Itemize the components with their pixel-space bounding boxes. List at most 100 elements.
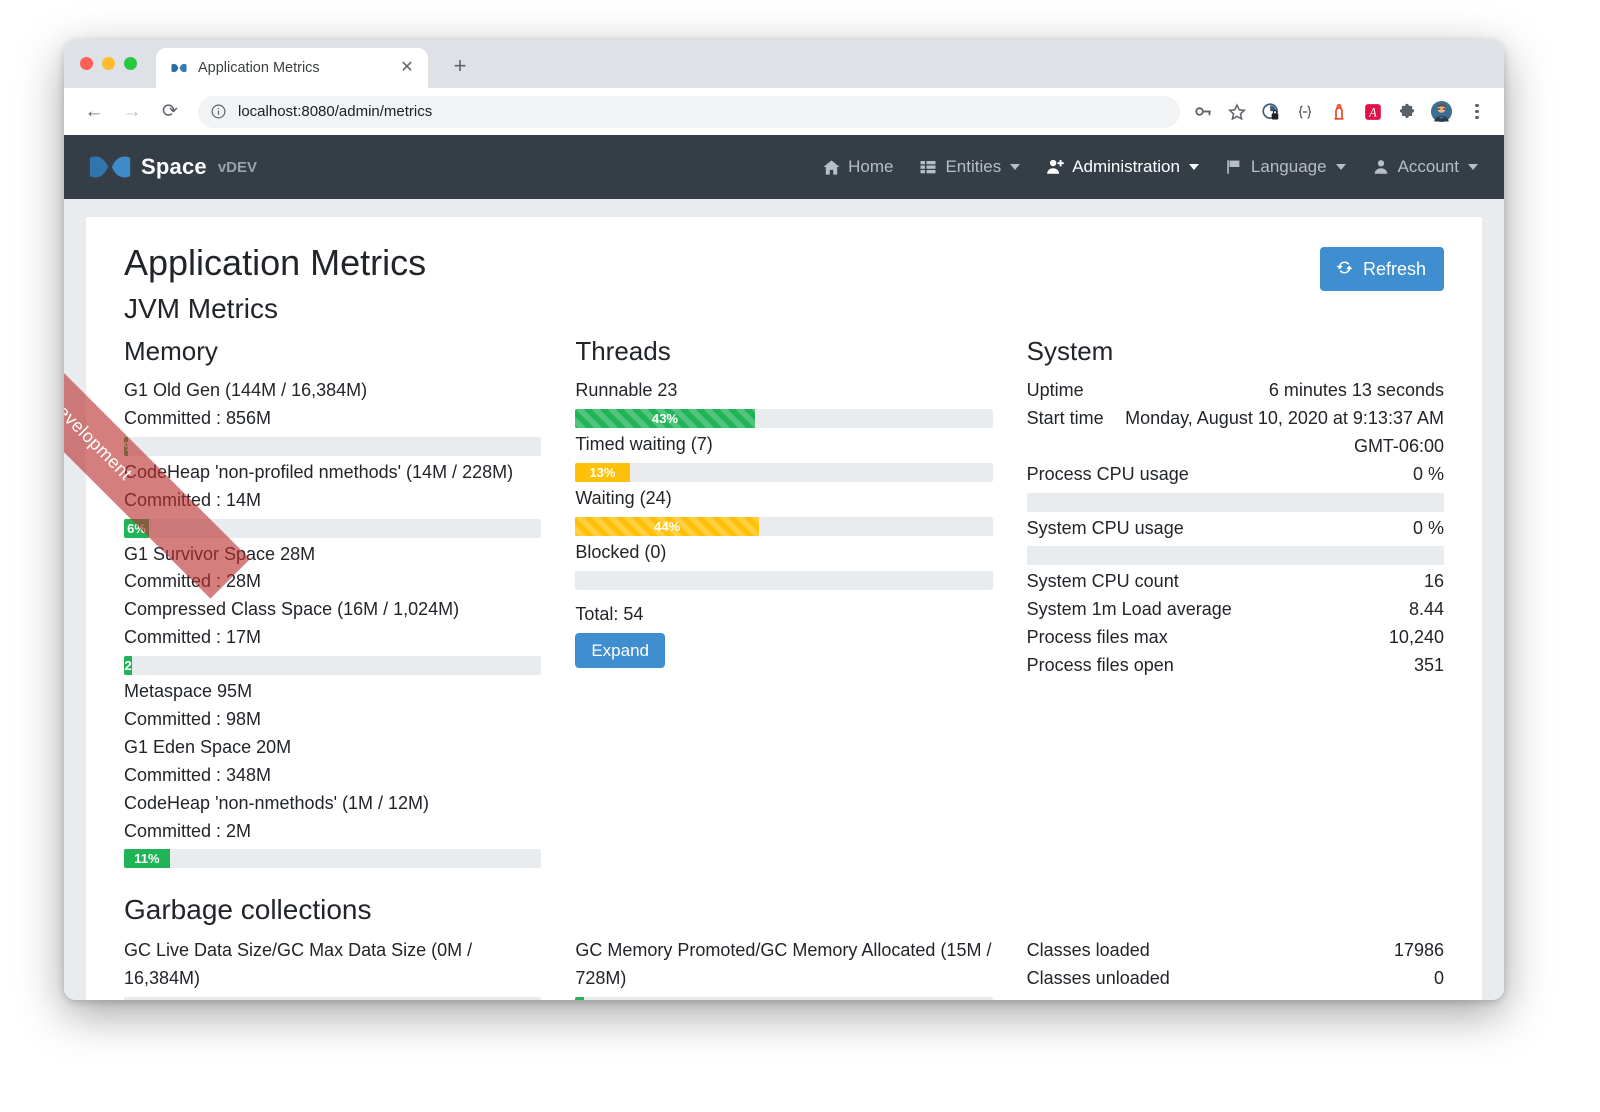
memory-progress: 6%: [124, 519, 541, 538]
gc-middle-progress-bar: 2: [575, 997, 992, 1000]
system-row-key: System CPU count: [1027, 568, 1179, 596]
nav-item-administration[interactable]: Administration: [1046, 157, 1199, 177]
browser-toolbar: ← → ⟳ localhost:8080/admin/metrics: [64, 88, 1504, 135]
app-brand[interactable]: Space vDEV: [88, 154, 257, 180]
window-controls[interactable]: [80, 57, 137, 70]
threads-column: Threads Runnable 2343%Timed waiting (7)1…: [575, 336, 992, 872]
shield-clock-icon[interactable]: [1256, 97, 1286, 127]
list-icon: [919, 158, 938, 177]
classes-row-key: Classes unloaded: [1027, 965, 1170, 993]
system-row-value: 8.44: [1409, 596, 1444, 624]
chevron-down-icon: [1189, 164, 1199, 170]
braces-icon[interactable]: [1290, 97, 1320, 127]
nav-item-entities[interactable]: Entities: [919, 157, 1020, 177]
kebab-menu-icon[interactable]: [1464, 97, 1490, 127]
app-viewport: Space vDEV Home Entities: [64, 135, 1504, 1000]
close-icon[interactable]: ✕: [396, 57, 418, 79]
brand-name: Space: [141, 154, 207, 180]
jvm-metrics-heading: JVM Metrics: [124, 292, 1444, 326]
browser-tab[interactable]: Application Metrics ✕: [156, 48, 428, 88]
system-row: Process files open 351: [1027, 652, 1444, 680]
refresh-button[interactable]: Refresh: [1320, 247, 1444, 291]
thread-entry-name: Runnable 23: [575, 377, 992, 405]
puzzle-extension-icon[interactable]: [1392, 97, 1422, 127]
progress-bar-fill: 13%: [575, 463, 629, 482]
memory-entry-committed: Committed : 856M: [124, 405, 541, 433]
progress-bar-fill: 11%: [124, 849, 170, 868]
system-row-value: 16: [1424, 568, 1444, 596]
metrics-columns: Memory G1 Old Gen (144M / 16,384M)Commit…: [124, 336, 1444, 872]
adblock-icon[interactable]: A: [1358, 97, 1388, 127]
system-row-value: 0 %: [1413, 461, 1444, 489]
maximize-window-button[interactable]: [124, 57, 137, 70]
gc-middle-progress: 2: [575, 997, 992, 1000]
back-icon[interactable]: ←: [78, 96, 110, 128]
page-title: Application Metrics: [124, 241, 1444, 284]
bowtie-icon: [170, 59, 188, 77]
system-row-key: Start time: [1027, 405, 1104, 461]
toolbar-icon-group: A: [1188, 97, 1490, 127]
system-row: Start timeMonday, August 10, 2020 at 9:1…: [1027, 405, 1444, 461]
refresh-button-label: Refresh: [1363, 260, 1426, 278]
svg-text:A: A: [1368, 105, 1377, 119]
memory-entry-name: CodeHeap 'non-profiled nmethods' (14M / …: [124, 459, 541, 487]
threads-total: Total: 54: [575, 604, 992, 625]
gc-heading: Garbage collections: [124, 893, 1444, 927]
metrics-card: Refresh Application Metrics JVM Metrics …: [86, 217, 1482, 1000]
nav-label-home: Home: [848, 157, 893, 177]
classes-list: Classes loaded17986Classes unloaded0: [1027, 937, 1444, 993]
info-icon[interactable]: [210, 103, 227, 120]
memory-entry-committed: Committed : 2M: [124, 818, 541, 846]
reload-icon[interactable]: ⟳: [154, 96, 186, 128]
nav-item-language[interactable]: Language: [1225, 157, 1346, 177]
gc-left-column: GC Live Data Size/GC Max Data Size (0M /…: [124, 937, 541, 1000]
system-row-key: Process files max: [1027, 624, 1168, 652]
chevron-down-icon: [1336, 164, 1346, 170]
memory-entry-name: G1 Survivor Space 28M: [124, 541, 541, 569]
chevron-down-icon: [1010, 164, 1020, 170]
system-row: System 1m Load average8.44: [1027, 596, 1444, 624]
progress-bar-fill: 6%: [124, 519, 149, 538]
system-row-value: 351: [1414, 652, 1444, 680]
system-row-key: Uptime: [1027, 377, 1084, 405]
star-icon[interactable]: [1222, 97, 1252, 127]
progress-bar-fill: 2: [124, 656, 132, 675]
app-navbar: Space vDEV Home Entities: [64, 135, 1504, 199]
threads-list: Runnable 23 43% Timed waiting (7) 13% Waitin…: [575, 377, 992, 590]
nav-label-administration: Administration: [1072, 157, 1180, 177]
thread-entry-name: Timed waiting (7): [575, 431, 992, 459]
close-window-button[interactable]: [80, 57, 93, 70]
fire-hydrant-icon[interactable]: [1324, 97, 1354, 127]
memory-list: G1 Old Gen (144M / 16,384M)Committed : 8…: [124, 377, 541, 868]
refresh-icon: [1335, 258, 1354, 280]
minimize-window-button[interactable]: [102, 57, 115, 70]
system-list: Uptime6 minutes 13 secondsStart timeMond…: [1027, 377, 1444, 680]
thread-entry-name: Waiting (24): [575, 485, 992, 513]
memory-progress: 11%: [124, 849, 541, 868]
gc-left-progress: [124, 997, 541, 1000]
nav-item-home[interactable]: Home: [822, 157, 893, 177]
progress-bar-fill: 44%: [575, 517, 759, 536]
avatar[interactable]: [1426, 97, 1456, 127]
nav-item-account[interactable]: Account: [1372, 157, 1478, 177]
address-bar[interactable]: localhost:8080/admin/metrics: [198, 96, 1180, 128]
thread-progress: 43%: [575, 409, 992, 428]
new-tab-button[interactable]: +: [446, 52, 474, 80]
system-row-key: Process files open: [1027, 652, 1174, 680]
expand-button[interactable]: Expand: [575, 633, 665, 668]
memory-entry-name: G1 Eden Space 20M: [124, 734, 541, 762]
key-icon[interactable]: [1188, 97, 1218, 127]
memory-entry-name: Compressed Class Space (16M / 1,024M): [124, 596, 541, 624]
brand-version: vDEV: [218, 159, 257, 176]
forward-icon[interactable]: →: [116, 96, 148, 128]
browser-window: Application Metrics ✕ + ← → ⟳ localhost:…: [64, 40, 1504, 1000]
gc-memory-promoted-label: GC Memory Promoted/GC Memory Allocated (…: [575, 937, 992, 993]
nav-label-account: Account: [1398, 157, 1459, 177]
system-row-key: Process CPU usage: [1027, 461, 1189, 489]
home-icon: [822, 158, 841, 177]
system-column: System Uptime6 minutes 13 secondsStart t…: [1027, 336, 1444, 872]
system-row-key: System CPU usage: [1027, 515, 1184, 543]
classes-row-value: 0: [1434, 965, 1444, 993]
system-progress: [1027, 493, 1444, 512]
memory-entry-committed: Committed : 14M: [124, 487, 541, 515]
